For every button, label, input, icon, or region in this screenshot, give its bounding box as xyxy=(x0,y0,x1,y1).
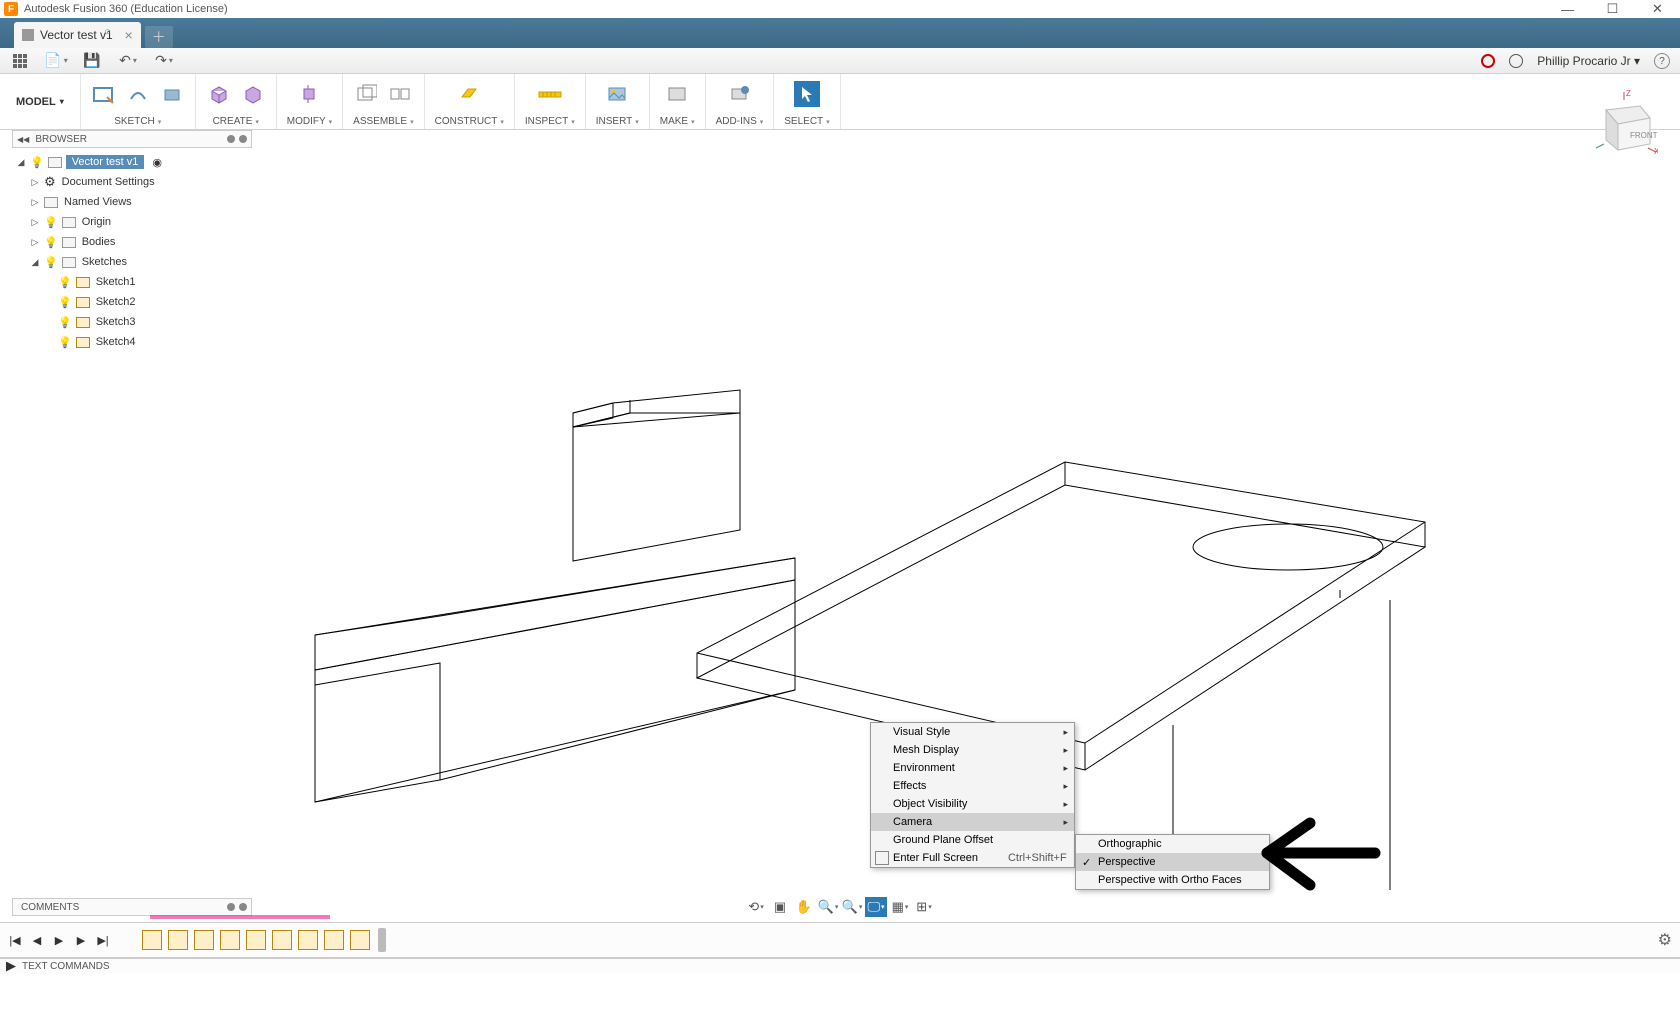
checkmark-icon: ✓ xyxy=(1082,856,1091,869)
job-status-icon[interactable] xyxy=(1509,54,1523,68)
timeline-settings-icon[interactable]: ⚙ xyxy=(1658,930,1672,950)
help-button[interactable]: ? xyxy=(1654,53,1670,69)
viewport-canvas[interactable] xyxy=(0,130,1680,890)
box-icon[interactable] xyxy=(206,81,232,107)
zoom-button[interactable]: 🔍 xyxy=(817,897,839,917)
ribbon-create[interactable]: CREATE xyxy=(196,74,277,129)
timeline-play-button[interactable]: ▶ xyxy=(50,931,68,949)
grid-settings-button[interactable]: ▦ xyxy=(889,897,911,917)
timeline-start-button[interactable]: |◀ xyxy=(6,931,24,949)
app-title: Autodesk Fusion 360 (Education License) xyxy=(24,3,228,15)
joint-icon[interactable] xyxy=(387,81,413,107)
svg-text:FRONT: FRONT xyxy=(1630,131,1658,140)
timeline-feature[interactable] xyxy=(194,930,214,950)
extrude-icon[interactable] xyxy=(240,81,266,107)
ribbon-make[interactable]: MAKE xyxy=(650,74,706,129)
menu-visual-style[interactable]: Visual Style xyxy=(871,723,1074,741)
new-tab-button[interactable]: ＋ xyxy=(145,26,173,48)
timeline-feature[interactable] xyxy=(246,930,266,950)
ribbon-sketch[interactable]: SKETCH xyxy=(81,74,196,129)
menu-environment[interactable]: Environment xyxy=(871,759,1074,777)
pin-icon[interactable] xyxy=(227,903,235,911)
select-icon[interactable] xyxy=(794,81,820,107)
display-settings-menu[interactable]: Visual Style Mesh Display Environment Ef… xyxy=(870,722,1075,868)
timeline-feature[interactable] xyxy=(168,930,188,950)
addins-icon[interactable] xyxy=(726,81,752,107)
ribbon-modify[interactable]: MODIFY xyxy=(277,74,343,129)
timeline: |◀ ◀ ▶ ▶ ▶| ⚙ xyxy=(0,922,1680,958)
app-logo-icon: F xyxy=(4,2,18,16)
ribbon-construct[interactable]: CONSTRUCT xyxy=(425,74,515,129)
close-tab-icon[interactable]: × xyxy=(125,27,133,43)
display-settings-button[interactable]: 🖵 xyxy=(865,897,887,917)
timeline-forward-button[interactable]: ▶ xyxy=(72,931,90,949)
viewcube[interactable]: FRONT Z X xyxy=(1588,88,1658,158)
press-pull-icon[interactable] xyxy=(296,81,322,107)
menu-full-screen[interactable]: Enter Full Screen Ctrl+Shift+F xyxy=(871,849,1074,867)
file-menu-button[interactable]: 📄 xyxy=(44,51,68,71)
look-at-button[interactable]: ▣ xyxy=(769,897,791,917)
data-panel-button[interactable] xyxy=(8,51,32,71)
menu-effects[interactable]: Effects xyxy=(871,777,1074,795)
document-icon xyxy=(22,29,34,41)
create-sketch-icon[interactable] xyxy=(91,81,117,107)
document-tabs: Vector test v1 ○ × ＋ xyxy=(0,18,1680,48)
close-button[interactable]: ✕ xyxy=(1635,0,1680,18)
save-button[interactable]: 💾 xyxy=(80,51,104,71)
timeline-feature[interactable] xyxy=(220,930,240,950)
fit-button[interactable]: 🔍 xyxy=(841,897,863,917)
timeline-end-button[interactable]: ▶| xyxy=(94,931,112,949)
line-icon[interactable] xyxy=(125,81,151,107)
timeline-feature[interactable] xyxy=(272,930,292,950)
comments-header[interactable]: COMMENTS xyxy=(12,898,252,916)
insert-decal-icon[interactable] xyxy=(604,81,630,107)
quick-access-toolbar: 📄 💾 ↶ ↷ xyxy=(0,48,1680,74)
menu-mesh-display[interactable]: Mesh Display xyxy=(871,741,1074,759)
minimize-button[interactable]: — xyxy=(1545,0,1590,18)
document-tab[interactable]: Vector test v1 ○ × xyxy=(14,22,141,48)
timeline-feature[interactable] xyxy=(324,930,344,950)
titlebar: F Autodesk Fusion 360 (Education License… xyxy=(0,0,1680,18)
rectangle-icon[interactable] xyxy=(159,81,185,107)
ribbon-addins[interactable]: ADD-INS xyxy=(706,74,775,129)
ribbon-inspect[interactable]: INSPECT xyxy=(515,74,586,129)
menu-perspective-ortho[interactable]: Perspective with Ortho Faces xyxy=(1076,871,1269,889)
maximize-button[interactable]: ☐ xyxy=(1590,0,1635,18)
ribbon-select[interactable]: SELECT xyxy=(774,74,840,129)
camera-submenu[interactable]: Orthographic ✓Perspective Perspective wi… xyxy=(1075,834,1270,890)
measure-icon[interactable] xyxy=(537,81,563,107)
ribbon-insert[interactable]: INSERT xyxy=(586,74,650,129)
timeline-back-button[interactable]: ◀ xyxy=(28,931,46,949)
menu-camera[interactable]: Camera xyxy=(871,813,1074,831)
pan-button[interactable]: ✋ xyxy=(793,897,815,917)
viewport-button[interactable]: ⊞ xyxy=(913,897,935,917)
menu-object-visibility[interactable]: Object Visibility xyxy=(871,795,1074,813)
text-commands-bar[interactable]: TEXT COMMANDS xyxy=(0,958,1680,974)
timeline-marker[interactable] xyxy=(378,928,386,952)
orbit-button[interactable]: ⟲ xyxy=(745,897,767,917)
record-icon[interactable] xyxy=(1481,54,1495,68)
expand-icon[interactable] xyxy=(6,962,16,972)
user-menu[interactable]: Phillip Procario Jr ▾ xyxy=(1537,54,1640,68)
svg-text:Z: Z xyxy=(1626,89,1631,98)
recovery-indicator-icon: ○ xyxy=(104,26,111,38)
ribbon: MODEL▾ SKETCH CREATE MODIFY ASSEMBLE CON… xyxy=(0,74,1680,130)
make-icon[interactable] xyxy=(664,81,690,107)
menu-orthographic[interactable]: Orthographic xyxy=(1076,835,1269,853)
redo-button[interactable]: ↷ xyxy=(152,51,176,71)
menu-ground-plane-offset[interactable]: Ground Plane Offset xyxy=(871,831,1074,849)
timeline-feature[interactable] xyxy=(350,930,370,950)
ribbon-assemble[interactable]: ASSEMBLE xyxy=(343,74,424,129)
new-component-icon[interactable] xyxy=(353,81,379,107)
navigation-bar: ⟲ ▣ ✋ 🔍 🔍 🖵 ▦ ⊞ xyxy=(745,896,935,918)
undo-button[interactable]: ↶ xyxy=(116,51,140,71)
timeline-feature[interactable] xyxy=(142,930,162,950)
timeline-feature[interactable] xyxy=(298,930,318,950)
plane-icon[interactable] xyxy=(456,81,482,107)
menu-perspective[interactable]: ✓Perspective xyxy=(1076,853,1269,871)
workspace-switcher[interactable]: MODEL▾ xyxy=(0,74,81,129)
fullscreen-icon xyxy=(875,851,889,865)
tab-label: Vector test v1 xyxy=(40,28,113,42)
